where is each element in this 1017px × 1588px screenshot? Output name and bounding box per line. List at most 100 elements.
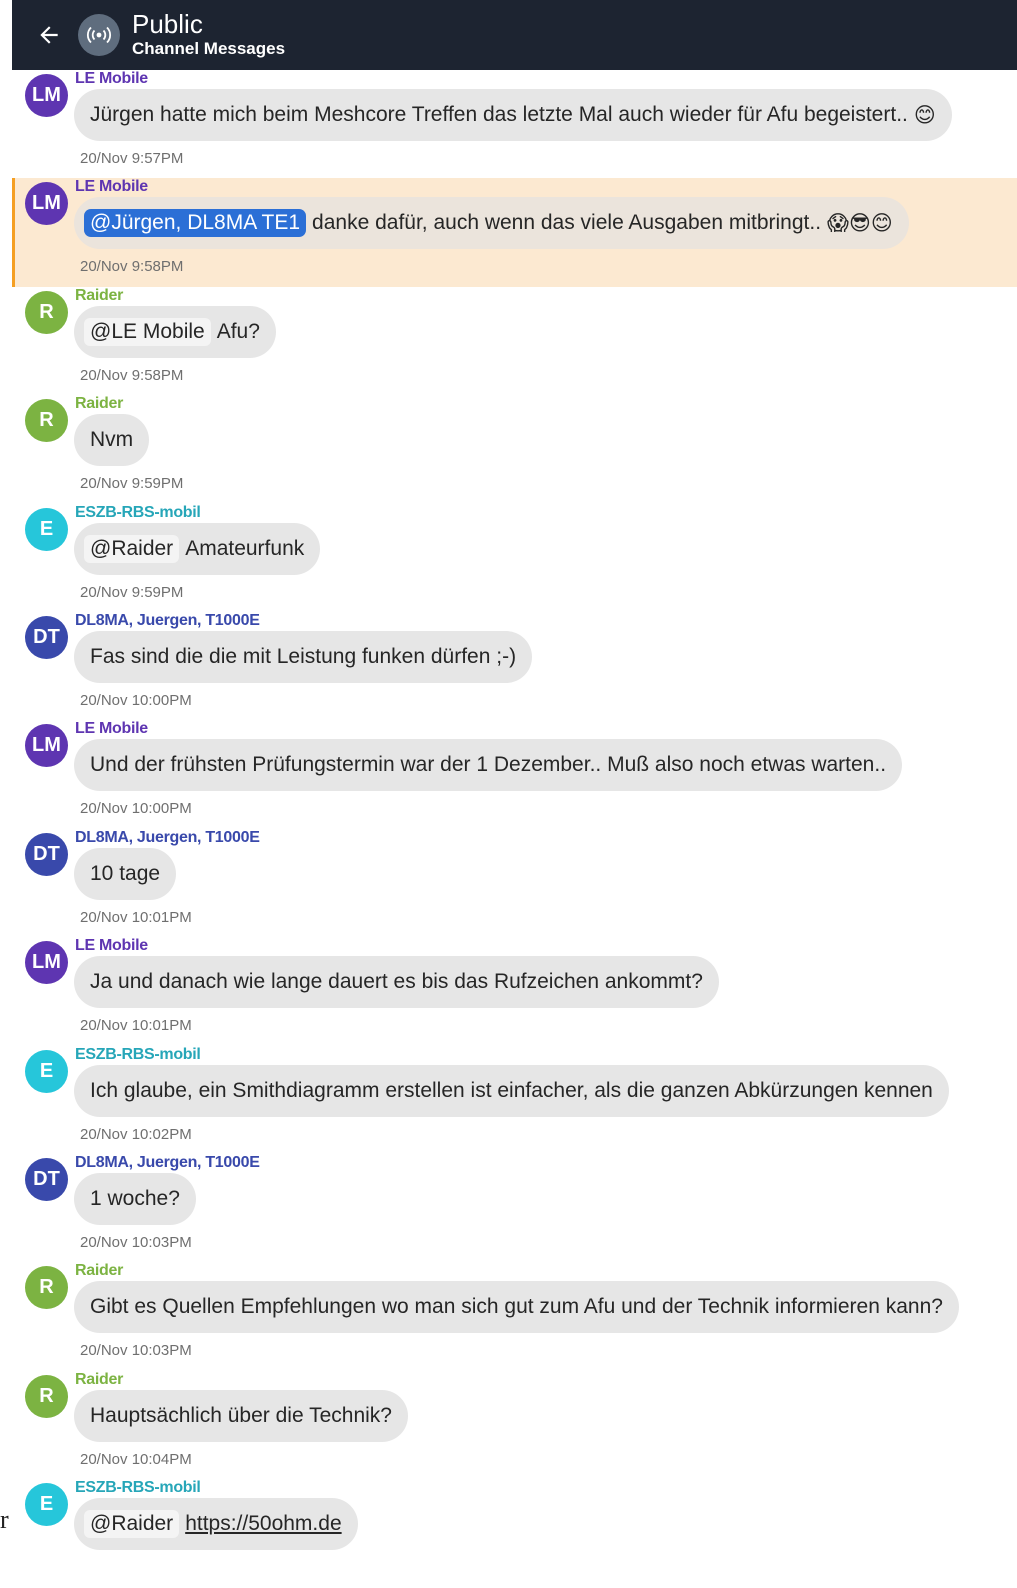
- emoji: 😱😎😊: [827, 211, 893, 236]
- message-bubble[interactable]: 1 woche?: [74, 1172, 196, 1225]
- message-item[interactable]: E ESZB-RBS-mobil @Raider https://50ohm.de: [12, 1479, 1017, 1587]
- mention-chip[interactable]: @LE Mobile: [84, 317, 211, 346]
- message-item[interactable]: DT DL8MA, Juergen, T1000E Fas sind die die…: [12, 612, 1017, 720]
- sender-name: Raider: [75, 286, 123, 304]
- sender-name: LE Mobile: [75, 178, 148, 196]
- message-text: Gibt es Quellen Empfehlungen wo man sich…: [90, 1295, 943, 1319]
- avatar[interactable]: E: [25, 1049, 68, 1093]
- timestamp: 20/Nov 10:02PM: [80, 1125, 192, 1143]
- avatar[interactable]: LM: [25, 941, 68, 985]
- sender-name: Raider: [75, 1370, 123, 1388]
- broadcast-icon: [87, 26, 111, 44]
- avatar[interactable]: R: [25, 290, 68, 334]
- message-text: Hauptsächlich über die Technik?: [90, 1403, 392, 1427]
- sender-name: Raider: [75, 1262, 123, 1280]
- sender-name: LE Mobile: [75, 720, 148, 738]
- channel-subtitle: Channel Messages: [132, 39, 286, 58]
- message-item[interactable]: E ESZB-RBS-mobil Ich glaube, ein Smithdiag…: [12, 1046, 1017, 1154]
- mention-chip[interactable]: @Raider: [84, 1510, 180, 1539]
- left-edge: [0, 0, 12, 1588]
- message-bubble[interactable]: Ich glaube, ein Smithdiagramm erstellen …: [74, 1064, 949, 1117]
- message-text: Und der frühsten Prüfungstermin war der …: [90, 753, 887, 777]
- message-bubble[interactable]: Jürgen hatte mich beim Meshcore Treffen …: [74, 89, 952, 141]
- sender-name: ESZB-RBS-mobil: [75, 1045, 201, 1063]
- avatar[interactable]: R: [25, 399, 68, 443]
- message-text: Amateurfunk: [185, 536, 305, 560]
- sender-name: DL8MA, Juergen, T1000E: [75, 611, 260, 629]
- channel-title: Public: [132, 9, 203, 39]
- message-item[interactable]: R Raider Hauptsächlich über die Technik? 20…: [12, 1371, 1017, 1479]
- avatar[interactable]: R: [25, 1374, 68, 1418]
- avatar[interactable]: LM: [25, 74, 68, 117]
- message-item[interactable]: DT DL8MA, Juergen, T1000E 10 tage 20/Nov 10…: [12, 829, 1017, 937]
- timestamp: 20/Nov 10:04PM: [80, 1450, 192, 1468]
- message-item[interactable]: R Raider Nvm 20/Nov 9:59PM: [12, 395, 1017, 503]
- message-item[interactable]: R Raider Gibt es Quellen Empfehlungen wo m…: [12, 1262, 1017, 1370]
- message-text: 10 tage: [90, 861, 161, 885]
- timestamp: 20/Nov 10:03PM: [80, 1342, 192, 1360]
- timestamp: 20/Nov 9:57PM: [80, 150, 184, 167]
- message-item[interactable]: LM LE Mobile Jürgen hatte mich beim Meshco…: [12, 70, 1017, 178]
- emoji: 😊: [913, 103, 936, 127]
- message-text: Ja und danach wie lange dauert es bis da…: [90, 970, 703, 994]
- message-bubble[interactable]: @Raider https://50ohm.de: [74, 1498, 358, 1551]
- header-titles: Public Channel Messages: [132, 10, 285, 60]
- message-bubble[interactable]: Hauptsächlich über die Technik?: [74, 1389, 408, 1442]
- sender-name: LE Mobile: [75, 70, 148, 87]
- channel-avatar: [78, 14, 120, 56]
- message-bubble[interactable]: @LE Mobile Afu?: [74, 305, 276, 358]
- message-text: Nvm: [90, 428, 134, 452]
- message-text: Afu?: [216, 319, 260, 343]
- message-bubble[interactable]: Ja und danach wie lange dauert es bis da…: [74, 956, 719, 1009]
- message-bubble[interactable]: Gibt es Quellen Empfehlungen wo man sich…: [74, 1281, 959, 1334]
- message-text: Ich glaube, ein Smithdiagramm erstellen …: [90, 1078, 933, 1102]
- avatar[interactable]: E: [25, 507, 68, 551]
- message-bubble[interactable]: Und der frühsten Prüfungstermin war der …: [74, 739, 903, 792]
- avatar[interactable]: E: [25, 1483, 68, 1527]
- mention-chip[interactable]: @Raider: [84, 534, 180, 563]
- message-item[interactable]: R Raider @LE Mobile Afu? 20/Nov 9:58PM: [12, 287, 1017, 395]
- message-text: 1 woche?: [90, 1186, 180, 1210]
- sender-name: DL8MA, Juergen, T1000E: [75, 828, 260, 846]
- sender-name: Raider: [75, 395, 123, 413]
- message-bubble[interactable]: @Raider Amateurfunk: [74, 522, 321, 575]
- avatar[interactable]: LM: [25, 724, 68, 768]
- mention-chip[interactable]: @Jürgen, DL8MA TE1: [84, 209, 307, 238]
- sender-name: ESZB-RBS-mobil: [75, 1479, 201, 1497]
- top-app-bar: Public Channel Messages: [12, 0, 1017, 70]
- message-link[interactable]: https://50ohm.de: [185, 1512, 341, 1536]
- timestamp: 20/Nov 10:00PM: [80, 800, 192, 818]
- avatar[interactable]: LM: [25, 182, 68, 226]
- avatar[interactable]: R: [25, 1266, 68, 1310]
- message-list[interactable]: LM LE Mobile Jürgen hatte mich beim Meshco…: [12, 70, 1017, 1587]
- avatar[interactable]: DT: [25, 1157, 68, 1201]
- message-bubble[interactable]: Nvm: [74, 414, 150, 467]
- message-text: danke dafür, auch wenn das viele Ausgabe…: [312, 211, 822, 235]
- message-item[interactable]: LM LE Mobile @Jürgen, DL8MA TE1 danke dafür…: [12, 178, 1017, 287]
- message-text: Fas sind die die mit Leistung funken dür…: [90, 644, 517, 668]
- timestamp: 20/Nov 9:59PM: [80, 583, 184, 601]
- sender-name: DL8MA, Juergen, T1000E: [75, 1153, 260, 1171]
- timestamp: 20/Nov 9:59PM: [80, 475, 184, 493]
- avatar[interactable]: DT: [25, 615, 68, 659]
- timestamp: 20/Nov 10:01PM: [80, 1017, 192, 1035]
- message-bubble[interactable]: @Jürgen, DL8MA TE1 danke dafür, auch wenn…: [74, 197, 909, 250]
- clipped-text: r: [0, 1505, 9, 1534]
- message-text: Jürgen hatte mich beim Meshcore Treffen …: [90, 103, 908, 126]
- message-bubble[interactable]: Fas sind die die mit Leistung funken dür…: [74, 630, 533, 683]
- arrow-left-icon: [40, 26, 58, 44]
- message-item[interactable]: LM LE Mobile Ja und danach wie lange dauer…: [12, 937, 1017, 1045]
- timestamp: 20/Nov 10:00PM: [80, 691, 192, 709]
- message-bubble[interactable]: 10 tage: [74, 847, 177, 900]
- timestamp: 20/Nov 9:58PM: [80, 258, 184, 276]
- avatar[interactable]: DT: [25, 832, 68, 876]
- message-item[interactable]: LM LE Mobile Und der frühsten Prüfungsterm…: [12, 720, 1017, 828]
- back-button[interactable]: [34, 20, 64, 50]
- sender-name: ESZB-RBS-mobil: [75, 503, 201, 521]
- timestamp: 20/Nov 9:58PM: [80, 366, 184, 384]
- timestamp: 20/Nov 10:01PM: [80, 908, 192, 926]
- message-item[interactable]: E ESZB-RBS-mobil @Raider Amateurfunk 20/Nov …: [12, 504, 1017, 612]
- timestamp: 20/Nov 10:03PM: [80, 1233, 192, 1251]
- sender-name: LE Mobile: [75, 937, 148, 955]
- message-item[interactable]: DT DL8MA, Juergen, T1000E 1 woche? 20/Nov 1…: [12, 1154, 1017, 1262]
